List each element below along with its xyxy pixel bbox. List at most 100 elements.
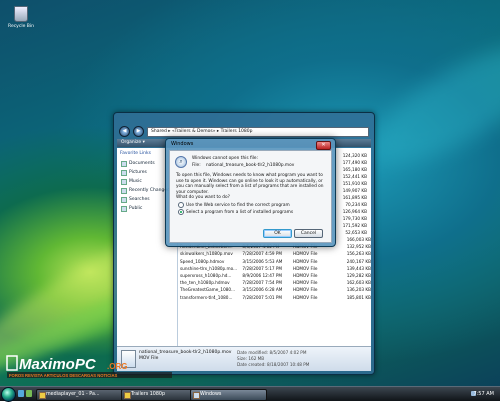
switch-windows-icon[interactable]: [26, 390, 32, 397]
file-size: 185,801 KB: [346, 294, 371, 300]
dialog-message: Windows cannot open this file:: [192, 156, 258, 161]
wallpaper-streak: [355, 24, 500, 186]
file-name: transformers-tlr4_1080...: [180, 294, 233, 300]
file-date: 8/9/2006 12:47 PM: [242, 273, 283, 278]
file-size: 240,167 KB: [346, 258, 371, 264]
radio-installed-list[interactable]: [178, 209, 184, 215]
forward-button[interactable]: ▶: [133, 126, 144, 137]
file-name: the_ten_h1080p.hdmov: [180, 280, 230, 286]
table-row[interactable]: sunshine-tlrx_h1080p.mo... 7/28/2007 5:17…: [178, 265, 371, 272]
folder-icon: [121, 178, 127, 185]
table-row[interactable]: Speed_1080p.hdmov 3/15/2006 5:53 AM HDMOV …: [178, 258, 371, 265]
dialog-body: ⌕ Windows cannot open this file: File: n…: [169, 150, 332, 243]
size-value: 162 MB: [248, 356, 265, 361]
file-size: 156,263 KB: [346, 251, 371, 257]
table-row[interactable]: transformers-tlr4_1080... 7/28/2007 5:01 …: [178, 294, 371, 301]
taskbar-item-windows[interactable]: Windows: [190, 389, 267, 401]
file-type: HDMOV File: [293, 287, 318, 293]
dialog-close-button[interactable]: ✕: [316, 141, 331, 150]
file-date: 3/15/2006 6:28 AM: [242, 287, 283, 293]
taskbar-item-label: Trailers 1080p: [131, 392, 166, 397]
nav-item-label: Documents: [129, 161, 155, 166]
organize-button[interactable]: Organize ▾: [121, 140, 145, 145]
file-date: 3/15/2006 5:53 AM: [242, 258, 283, 264]
file-size: 129,282 KB: [346, 273, 371, 278]
option-installed-list-label: Select a program from a list of installe…: [186, 209, 294, 215]
breadcrumb-trailers-1080p[interactable]: Trailers 1080p: [221, 129, 253, 134]
folder-icon: [124, 392, 131, 399]
folder-icon: [121, 187, 127, 194]
svg-text:.ORG: .ORG: [107, 362, 127, 371]
window-icon: [193, 392, 200, 399]
file-size: 162,603 KB: [346, 280, 371, 286]
size-label: Size:: [237, 356, 248, 361]
table-row[interactable]: TheGreatestGame_1080... 3/15/2006 6:28 AM…: [178, 286, 371, 293]
file-type: HDMOV File: [293, 294, 318, 300]
folder-icon: [121, 196, 127, 203]
recycle-bin-shortcut[interactable]: Recycle Bin: [8, 6, 34, 29]
nav-item-label: Pictures: [129, 170, 147, 175]
option-web-service-label: Use the Web service to find the correct …: [186, 202, 290, 208]
ok-button[interactable]: OK: [263, 229, 292, 238]
nav-item-label: Music: [129, 179, 142, 184]
nav-item-label: Public: [129, 206, 143, 211]
table-row[interactable]: the_ten_h1080p.hdmov 7/28/2007 7:54 PM HDM…: [178, 279, 371, 286]
recycle-bin-label: Recycle Bin: [8, 24, 34, 29]
table-row[interactable]: superxross_h1080p.hd... 8/9/2006 12:47 PM…: [178, 272, 371, 279]
dialog-title: Windows: [171, 141, 194, 147]
file-name: TheGreatestGame_1080...: [180, 287, 236, 293]
details-meta: Date modified: 8/5/2007 4:02 PM Size: 16…: [237, 350, 309, 368]
svg-text:FOROS REVISTA ARTICULOS DESCAR: FOROS REVISTA ARTICULOS DESCARGAS NOTICI…: [9, 373, 117, 378]
radio-web-service[interactable]: [178, 202, 184, 208]
show-desktop-icon[interactable]: [18, 390, 24, 397]
file-type: HDMOV File: [293, 273, 318, 278]
option-web-service[interactable]: Use the Web service to find the correct …: [178, 202, 290, 208]
taskbar-item-label: mediaplayer_01 - Pa...: [46, 392, 100, 397]
dialog-file-label: File:: [192, 163, 201, 168]
file-date: 7/28/2007 5:01 PM: [242, 294, 283, 300]
recycle-bin-icon: [14, 6, 28, 22]
svg-text:MaximoPC: MaximoPC: [19, 356, 97, 373]
address-bar-row: ◀ ▶ Shared ▸ «Trailers & Demos» ▸ Traile…: [119, 126, 369, 137]
file-type: HDMOV File: [293, 280, 318, 286]
file-type: HDMOV File: [293, 251, 318, 257]
folder-icon: [121, 160, 127, 167]
file-date: 7/28/2007 5:17 PM: [242, 265, 283, 271]
file-name: skinwalkers_h1080p.mov: [180, 251, 233, 257]
back-button[interactable]: ◀: [119, 126, 130, 137]
file-name: Speed_1080p.hdmov: [180, 258, 225, 264]
breadcrumb-shared[interactable]: Shared: [151, 129, 167, 134]
folder-icon: [121, 169, 127, 176]
search-globe-icon: ⌕: [175, 156, 187, 168]
file-type: HDMOV File: [293, 265, 318, 271]
breadcrumb-trailers-demos[interactable]: «Trailers & Demos»: [172, 129, 216, 134]
folder-icon: [39, 392, 46, 399]
modified-label: Date modified:: [237, 350, 269, 355]
created-value: 8/18/2007 10:48 PM: [267, 362, 310, 367]
file-name: sunshine-tlrx_h1080p.mo...: [180, 265, 238, 271]
option-installed-list[interactable]: Select a program from a list of installe…: [178, 209, 293, 215]
created-label: Date created:: [237, 362, 266, 367]
taskbar-item-trailers[interactable]: Trailers 1080p: [121, 389, 198, 401]
modified-value: 8/5/2007 4:02 PM: [269, 350, 307, 355]
dialog-explanation: To open this file, Windows needs to know…: [176, 173, 324, 195]
cancel-button[interactable]: Cancel: [294, 229, 323, 238]
address-bar[interactable]: Shared ▸ «Trailers & Demos» ▸ Trailers 1…: [147, 126, 369, 137]
file-date: 7/28/2007 4:59 PM: [242, 251, 283, 257]
file-size: 139,443 KB: [346, 265, 371, 271]
open-with-dialog[interactable]: Windows ✕ ⌕ Windows cannot open this fil…: [165, 138, 336, 247]
maximopc-logo: MaximoPC .ORG FOROS REVISTA ARTICULOS DE…: [6, 355, 172, 378]
file-name: superxross_h1080p.hd...: [180, 273, 232, 278]
dialog-file-value: national_treasure_book-tlr2_h1080p.mov: [206, 163, 295, 168]
nav-item-label: Recently Changed: [129, 188, 170, 193]
taskbar-item-label: Windows: [200, 392, 222, 397]
nav-item-label: Searches: [129, 197, 150, 202]
file-type: HDMOV File: [293, 258, 318, 264]
file-size: 132,952 KB: [346, 244, 371, 250]
folder-icon: [121, 205, 127, 212]
taskbar-clock[interactable]: 7:57 AM: [473, 387, 494, 401]
dialog-question: What do you want to do?: [176, 195, 230, 200]
table-row[interactable]: skinwalkers_h1080p.mov 7/28/2007 4:59 PM H…: [178, 250, 371, 257]
file-size: 166,003 KB: [346, 237, 371, 242]
taskbar-item-mediaplayer[interactable]: mediaplayer_01 - Pa...: [36, 389, 129, 401]
